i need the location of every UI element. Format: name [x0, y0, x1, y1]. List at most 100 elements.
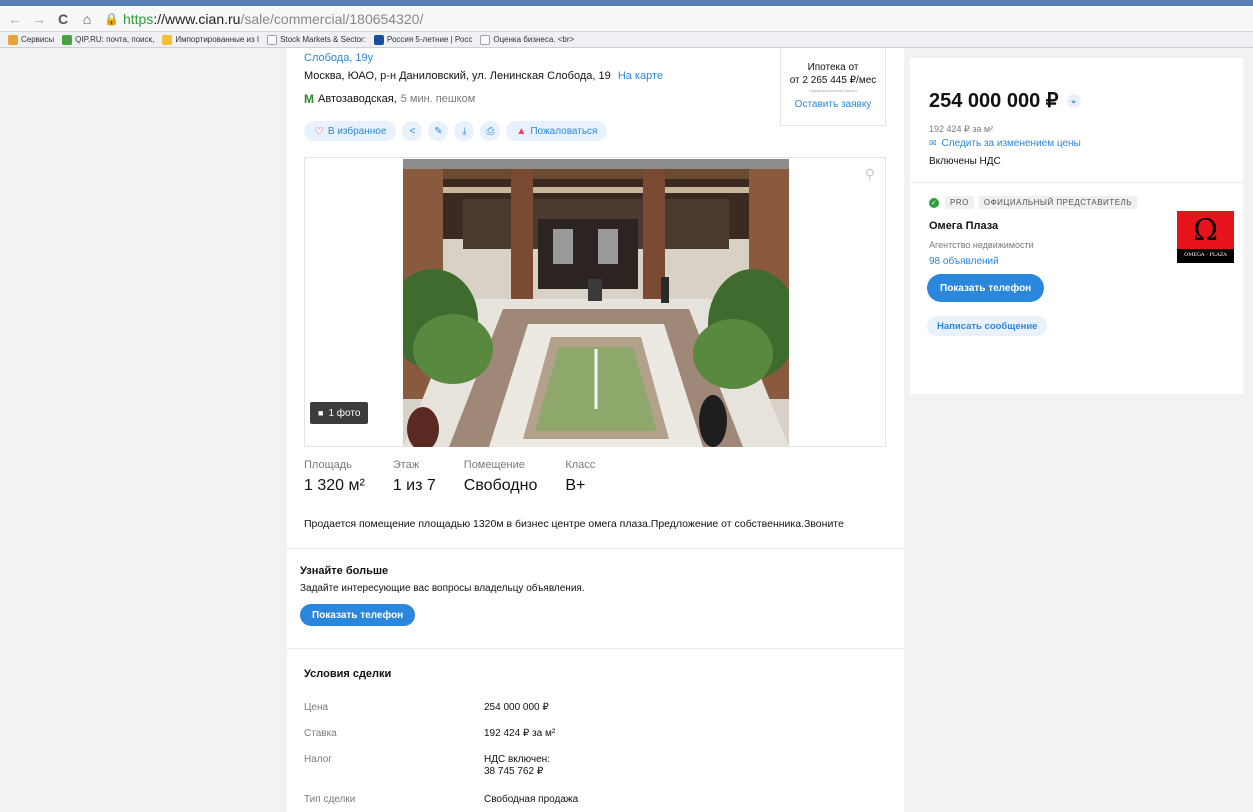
bookmarks-bar: Сервисы QIP.RU: почта, поиск, Импортиров…: [0, 32, 1253, 48]
deal-terms-title: Условия сделки: [304, 668, 392, 680]
photo-gallery[interactable]: ■ 1 фото ⚲: [304, 157, 886, 447]
bookmark-imported[interactable]: Импортированные из I: [162, 34, 259, 45]
link-icon[interactable]: ⚲: [865, 166, 875, 183]
deal-key: Тип сделки: [304, 794, 356, 805]
back-icon[interactable]: ←: [6, 10, 24, 28]
lock-icon: 🔒: [104, 11, 119, 26]
show-phone-button[interactable]: Показать телефон: [300, 604, 416, 626]
learn-more-subtitle: Задайте интересующие вас вопросы владель…: [300, 583, 585, 594]
metro-station: Автозаводская,: [318, 93, 397, 105]
stat-premises: Помещение Свободно: [464, 459, 538, 495]
price-value: 254 000 000 ₽: [929, 90, 1059, 112]
deal-key: Ставка: [304, 728, 337, 739]
deal-key: Налог: [304, 754, 332, 765]
reload-icon[interactable]: C: [54, 10, 72, 28]
forward-icon[interactable]: →: [30, 10, 48, 28]
metro-time: 5 мин. пешком: [400, 93, 476, 105]
heart-icon: ♡: [314, 125, 324, 138]
camera-icon: ■: [318, 408, 324, 418]
mortgage-request-link[interactable]: Оставить заявку: [781, 99, 885, 110]
follow-price-link[interactable]: ✉ Следить за изменением цены: [929, 138, 1081, 149]
url-path: /sale/commercial/180654320/: [240, 10, 424, 27]
home-icon[interactable]: ⌂: [78, 10, 96, 28]
report-button[interactable]: ▲ Пожаловаться: [506, 121, 608, 141]
chevron-down-icon[interactable]: ⌄: [1066, 93, 1081, 108]
divider: [287, 648, 904, 649]
pro-badge: PRO: [945, 196, 974, 209]
stat-value: 1 из 7: [392, 477, 436, 494]
tax-line-2: 38 745 762 ₽: [484, 766, 544, 777]
address-fragment[interactable]: Слобода, 19у: [304, 52, 373, 64]
address-text: Москва, ЮАО, р-н Даниловский, ул. Ленинс…: [304, 70, 611, 82]
stat-floor: Этаж 1 из 7: [393, 459, 436, 495]
folder-icon: [162, 34, 173, 45]
price-sidebar: 254 000 000 ₽ ⌄ 192 424 ₽ за м² ✉ Следит…: [910, 58, 1243, 394]
metro-icon: M: [304, 92, 314, 106]
edit-icon[interactable]: ✎: [428, 121, 449, 141]
vat-info: Включены НДС: [929, 156, 1001, 167]
agency-name[interactable]: Омега Плаза: [929, 220, 998, 232]
listing-card: Слобода, 19у Москва, ЮАО, р-н Даниловски…: [287, 48, 904, 812]
shield-icon: ✓: [929, 197, 939, 208]
url-scheme: https: [122, 10, 154, 27]
bookmark-services[interactable]: Сервисы: [8, 34, 54, 45]
deal-value: Свободная продажа: [484, 794, 579, 805]
price: 254 000 000 ₽ ⌄: [929, 88, 1081, 113]
omega-icon: Ω: [1177, 211, 1234, 249]
stat-class: Класс B+: [565, 459, 595, 495]
download-icon[interactable]: ⤓: [454, 121, 475, 141]
official-badge: ОФИЦИАЛЬНЫЙ ПРЕДСТАВИТЕЛЬ: [978, 196, 1138, 209]
share-icon[interactable]: <: [402, 121, 423, 141]
deal-value: 192 424 ₽ за м²: [484, 728, 556, 739]
agency-listings-link[interactable]: 98 объявлений: [929, 256, 999, 267]
bookmark-russia[interactable]: Россия 5-летние | Росс: [373, 34, 472, 45]
agent-badges: ✓ PRO ОФИЦИАЛЬНЫЙ ПРЕДСТАВИТЕЛЬ: [929, 196, 1142, 209]
bookmark-stock-markets[interactable]: Stock Markets & Sector:: [267, 34, 366, 45]
map-link[interactable]: На карте: [618, 70, 663, 82]
mortgage-box: Ипотека от от 2 265 445 ₽/мес *предварит…: [780, 48, 886, 126]
stat-label: Помещение: [463, 459, 525, 471]
sidebar-show-phone-button[interactable]: Показать телефон: [927, 274, 1045, 302]
atrium-photo-illustration: [403, 159, 789, 447]
address-bar[interactable]: 🔒 https ://www.cian.ru /sale/commercial/…: [104, 9, 423, 29]
address: Москва, ЮАО, р-н Даниловский, ул. Ленинс…: [304, 70, 663, 82]
agency-type: Агентство недвижимости: [929, 240, 1034, 250]
stat-area: Площадь 1 320 м²: [304, 459, 365, 495]
toolbar: ← → C ⌂ 🔒 https ://www.cian.ru /sale/com…: [0, 6, 1253, 32]
qip-icon: [62, 34, 73, 45]
page-icon: [480, 34, 491, 45]
listing-photo[interactable]: [403, 159, 789, 447]
stat-label: Класс: [565, 459, 596, 471]
agency-logo[interactable]: Ω OMEGA - PLAZA: [1177, 211, 1234, 263]
mortgage-amount: от 2 265 445 ₽/мес: [789, 75, 877, 86]
bookmark-valuation[interactable]: Оценка бизнеса. <br>: [480, 34, 574, 45]
divider: [910, 182, 1243, 183]
url-host: ://www.cian.ru: [153, 10, 241, 27]
warning-icon: ▲: [516, 125, 527, 137]
page-icon: [267, 34, 278, 45]
deal-terms: Условия сделки Цена 254 000 000 ₽ Ставка…: [304, 668, 884, 805]
apps-icon: [8, 34, 18, 45]
deal-value: 254 000 000 ₽: [484, 702, 549, 713]
deal-key: Цена: [304, 702, 329, 713]
send-message-button[interactable]: Написать сообщение: [927, 316, 1048, 336]
price-per-meter: 192 424 ₽ за м²: [929, 124, 994, 134]
deal-value: НДС включен: 38 745 762 ₽: [484, 754, 550, 778]
page: Слобода, 19у Москва, ЮАО, р-н Даниловски…: [0, 48, 1253, 812]
browser-chrome: ← → C ⌂ 🔒 https ://www.cian.ru /sale/com…: [0, 0, 1253, 48]
metro-info: M Автозаводская, 5 мин. пешком: [304, 92, 475, 106]
learn-more-title: Узнайте больше: [300, 565, 389, 577]
mortgage-note: *предварительный расчёт: [808, 88, 858, 93]
stat-value: 1 320 м²: [304, 477, 365, 494]
print-icon[interactable]: ⎙: [480, 121, 501, 141]
key-stats: Площадь 1 320 м² Этаж 1 из 7 Помещение С…: [304, 459, 623, 495]
tax-line-1: НДС включен:: [484, 754, 550, 765]
favorite-button[interactable]: ♡ В избранное: [304, 121, 397, 141]
logo-text: OMEGA - PLAZA: [1184, 252, 1227, 258]
stat-value: Свободно: [463, 477, 538, 494]
stat-label: Площадь: [304, 459, 352, 471]
bookmark-qip[interactable]: QIP.RU: почта, поиск,: [62, 34, 154, 45]
stat-value: B+: [565, 477, 586, 494]
photo-count-badge[interactable]: ■ 1 фото: [310, 402, 369, 424]
envelope-icon: ✉: [929, 138, 937, 148]
